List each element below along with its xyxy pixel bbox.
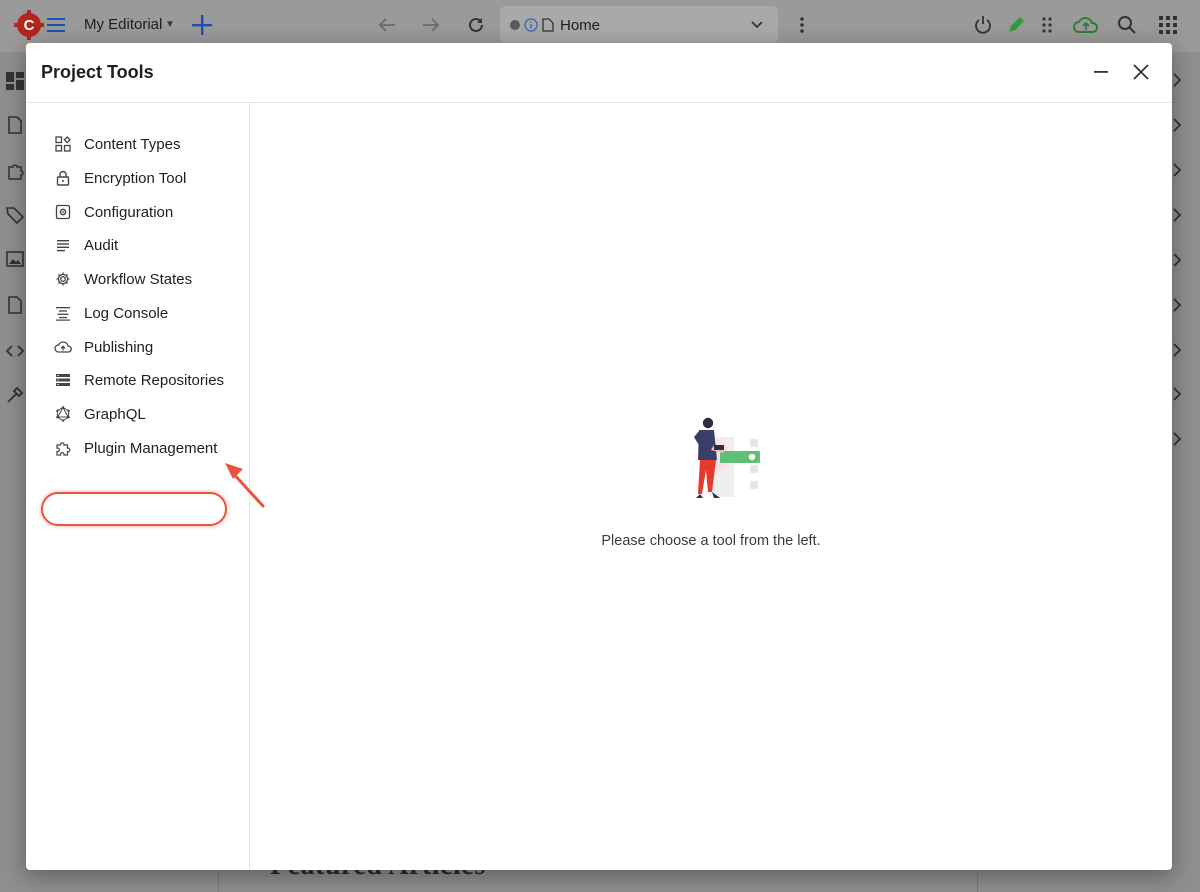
tool-label: Configuration (84, 203, 174, 221)
tool-item-publishing[interactable]: Publishing (54, 332, 153, 362)
choose-tool-illustration (694, 417, 760, 498)
dialog-title: Project Tools (41, 62, 154, 82)
chevron-right-icon[interactable] (1170, 117, 1184, 133)
component-puzzle-icon[interactable] (6, 162, 24, 180)
code-icon[interactable] (6, 342, 24, 360)
gear-icon (54, 270, 72, 288)
crafter-logo-icon[interactable]: C (14, 10, 44, 40)
info-icon (524, 18, 538, 32)
cloud-upload-icon (54, 338, 72, 356)
tool-content-area: Please choose a tool from the left. (250, 103, 1172, 870)
close-icon[interactable] (1130, 61, 1152, 83)
tool-label: GraphQL (84, 405, 146, 423)
content-types-icon (54, 135, 72, 153)
log-console-icon (54, 304, 72, 322)
drag-grip-icon[interactable] (1038, 14, 1056, 36)
chevron-right-icon[interactable] (1170, 207, 1184, 223)
menu-icon[interactable] (46, 14, 68, 36)
dashboard-icon[interactable] (6, 72, 24, 90)
document-icon[interactable] (6, 116, 24, 134)
tool-label: Workflow States (84, 270, 193, 288)
dialog-header: Project Tools (26, 43, 1172, 103)
tool-label: Encryption Tool (84, 169, 187, 187)
chevron-right-icon[interactable] (1170, 297, 1184, 313)
highlight-annotation-ring (41, 492, 227, 526)
tool-label: Log Console (84, 304, 169, 322)
chevron-down-icon[interactable] (750, 18, 764, 32)
project-tools-dialog: Project Tools Content Types Encryption T… (26, 43, 1172, 870)
forward-arrow-icon[interactable] (420, 14, 442, 36)
tool-item-plugin-management[interactable]: Plugin Management (54, 433, 217, 463)
tool-item-log-console[interactable]: Log Console (54, 298, 168, 328)
file-icon[interactable] (6, 296, 24, 314)
add-content-icon[interactable] (190, 13, 214, 37)
audit-icon (54, 236, 72, 254)
power-icon[interactable] (972, 14, 994, 36)
chevron-right-icon[interactable] (1170, 162, 1184, 178)
edit-mode-pencil-icon[interactable] (1003, 12, 1029, 38)
tool-label: Audit (84, 236, 119, 254)
publish-cloud-icon[interactable] (1073, 14, 1099, 36)
tools-icon[interactable] (6, 386, 24, 404)
puzzle-icon (54, 439, 72, 457)
lock-icon (54, 169, 72, 187)
address-bar[interactable]: Home (500, 6, 778, 44)
back-arrow-icon[interactable] (376, 14, 398, 36)
tool-item-audit[interactable]: Audit (54, 230, 118, 260)
site-switcher-caret-icon[interactable]: ▼ (164, 17, 176, 31)
refresh-icon[interactable] (465, 14, 487, 36)
tool-label: Remote Repositories (84, 371, 225, 389)
configuration-icon (54, 203, 72, 221)
tools-list: Content Types Encryption Tool Configurat… (26, 103, 250, 870)
tool-item-configuration[interactable]: Configuration (54, 197, 173, 227)
tool-label: Plugin Management (84, 439, 218, 457)
status-dot-icon (510, 20, 520, 30)
empty-state-message: Please choose a tool from the left. (601, 533, 821, 549)
tool-item-content-types[interactable]: Content Types (54, 129, 180, 159)
apps-grid-icon[interactable] (1157, 14, 1179, 36)
tool-item-encryption-tool[interactable]: Encryption Tool (54, 163, 186, 193)
tool-item-remote-repositories[interactable]: Remote Repositories (54, 365, 224, 395)
tool-label: Publishing (84, 338, 154, 356)
tag-icon[interactable] (6, 206, 24, 224)
tool-label: Content Types (84, 135, 181, 153)
address-text: Home (560, 16, 601, 34)
chevron-right-icon[interactable] (1170, 72, 1184, 88)
chevron-right-icon[interactable] (1170, 342, 1184, 358)
more-options-icon[interactable] (792, 14, 812, 36)
chevron-right-icon[interactable] (1170, 252, 1184, 268)
chevron-right-icon[interactable] (1170, 386, 1184, 402)
tool-item-workflow-states[interactable]: Workflow States (54, 264, 192, 294)
remote-repositories-icon (54, 371, 72, 389)
chevron-right-icon[interactable] (1170, 431, 1184, 447)
search-icon[interactable] (1116, 14, 1138, 36)
tool-item-graphql[interactable]: GraphQL (54, 399, 146, 429)
site-switcher-label[interactable]: My Editorial (84, 16, 162, 33)
image-icon[interactable] (6, 250, 24, 268)
graphql-icon (54, 405, 72, 423)
svg-text:C: C (24, 17, 35, 34)
page-icon (542, 18, 554, 32)
minimize-icon[interactable] (1090, 61, 1112, 83)
